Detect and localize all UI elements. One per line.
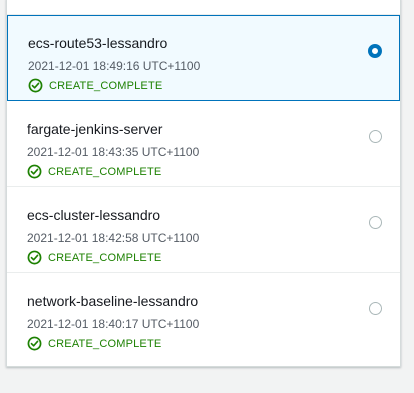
check-circle-icon	[27, 250, 42, 265]
check-circle-icon	[27, 164, 42, 179]
status-text: CREATE_COMPLETE	[49, 79, 163, 92]
status-badge: CREATE_COMPLETE	[28, 78, 162, 93]
status-badge: CREATE_COMPLETE	[27, 164, 161, 179]
check-circle-icon	[27, 336, 42, 351]
stack-created-time: 2021-12-01 18:43:35 UTC+1100	[27, 145, 200, 159]
panel-top-strip	[7, 0, 400, 15]
check-circle-icon	[28, 78, 43, 93]
stack-created-time: 2021-12-01 18:49:16 UTC+1100	[28, 59, 201, 73]
status-text: CREATE_COMPLETE	[48, 337, 162, 350]
stack-item[interactable]: fargate-jenkins-server 2021-12-01 18:43:…	[7, 101, 400, 187]
stack-created-time: 2021-12-01 18:42:58 UTC+1100	[27, 231, 200, 245]
status-badge: CREATE_COMPLETE	[27, 336, 161, 351]
stack-select-radio[interactable]	[369, 130, 382, 143]
status-text: CREATE_COMPLETE	[48, 251, 162, 264]
stack-item[interactable]: ecs-cluster-lessandro 2021-12-01 18:42:5…	[7, 187, 400, 273]
stack-select-radio[interactable]	[369, 302, 382, 315]
stack-list-panel: ecs-route53-lessandro 2021-12-01 18:49:1…	[6, 0, 401, 367]
stack-item[interactable]: network-baseline-lessandro 2021-12-01 18…	[7, 273, 400, 359]
stack-item[interactable]: ecs-route53-lessandro 2021-12-01 18:49:1…	[7, 15, 400, 101]
stack-name[interactable]: ecs-cluster-lessandro	[27, 207, 160, 223]
stack-name[interactable]: ecs-route53-lessandro	[28, 35, 167, 51]
status-badge: CREATE_COMPLETE	[27, 250, 161, 265]
status-text: CREATE_COMPLETE	[48, 165, 162, 178]
stack-name[interactable]: fargate-jenkins-server	[27, 121, 162, 137]
stack-select-radio[interactable]	[369, 216, 382, 229]
stack-list: ecs-route53-lessandro 2021-12-01 18:49:1…	[7, 15, 400, 359]
stack-select-radio[interactable]	[368, 44, 382, 58]
stack-created-time: 2021-12-01 18:40:17 UTC+1100	[27, 317, 200, 331]
stack-name[interactable]: network-baseline-lessandro	[27, 293, 198, 309]
